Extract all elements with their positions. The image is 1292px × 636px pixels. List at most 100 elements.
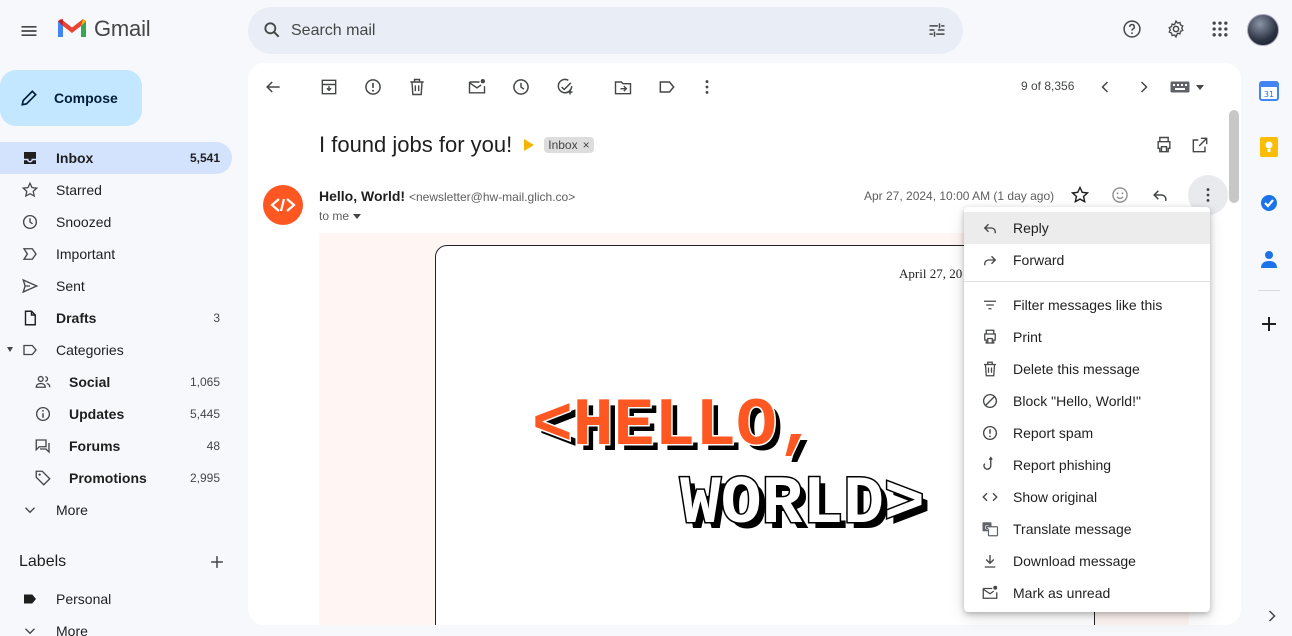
menu-item-delete[interactable]: Delete this message bbox=[964, 353, 1210, 385]
search-options-icon[interactable] bbox=[925, 18, 949, 42]
translate-icon: G bbox=[980, 519, 1000, 539]
search-input[interactable] bbox=[291, 19, 891, 43]
sender-avatar[interactable] bbox=[263, 185, 303, 225]
labels-heading: Labels bbox=[19, 553, 67, 570]
svg-text:G: G bbox=[985, 524, 990, 531]
more-vertical-icon[interactable] bbox=[695, 75, 719, 99]
importance-marker-icon[interactable] bbox=[524, 139, 535, 151]
menu-item-reply[interactable]: Reply bbox=[964, 212, 1210, 244]
menu-item-download[interactable]: Download message bbox=[964, 545, 1210, 577]
move-to-icon[interactable] bbox=[611, 75, 635, 99]
label-item-personal[interactable]: Personal bbox=[0, 583, 232, 615]
sidebar-item-sent[interactable]: Sent bbox=[0, 270, 232, 302]
side-panel-rail: 31 bbox=[1252, 78, 1286, 367]
menu-item-show-original[interactable]: Show original bbox=[964, 481, 1210, 513]
input-tools-keyboard-icon[interactable] bbox=[1170, 81, 1204, 93]
pagination-text: 9 of 8,356 bbox=[1021, 79, 1075, 93]
tag-icon bbox=[33, 468, 53, 488]
drafts-count: 3 bbox=[213, 311, 220, 325]
archive-icon[interactable] bbox=[317, 75, 341, 99]
search-icon[interactable] bbox=[260, 18, 284, 42]
calendar-icon[interactable]: 31 bbox=[1252, 78, 1286, 104]
label-item-more[interactable]: More bbox=[0, 615, 232, 636]
snooze-icon[interactable] bbox=[509, 75, 533, 99]
get-addons-plus-icon[interactable] bbox=[1252, 311, 1286, 337]
contacts-icon[interactable] bbox=[1252, 246, 1286, 272]
emoji-reaction-icon[interactable] bbox=[1108, 183, 1132, 207]
expand-side-panel-icon[interactable] bbox=[1260, 604, 1284, 628]
sidebar-item-snoozed[interactable]: Snoozed bbox=[0, 206, 232, 238]
sidebar-item-forums[interactable]: Forums 48 bbox=[0, 430, 232, 462]
help-icon[interactable] bbox=[1120, 17, 1144, 41]
sidebar-item-inbox[interactable]: Inbox 5,541 bbox=[0, 142, 232, 174]
report-spam-icon[interactable] bbox=[361, 75, 385, 99]
apps-grid-icon[interactable] bbox=[1208, 17, 1232, 41]
recipient-details[interactable]: to me bbox=[319, 209, 362, 223]
older-chevron-left-icon[interactable] bbox=[1093, 75, 1117, 99]
menu-item-print[interactable]: Print bbox=[964, 321, 1210, 353]
message-toolbar: 9 of 8,356 bbox=[248, 63, 1241, 111]
labels-list: Personal More bbox=[0, 583, 232, 636]
menu-item-forward[interactable]: Forward bbox=[964, 244, 1210, 276]
sidebar-item-promotions[interactable]: Promotions 2,995 bbox=[0, 462, 232, 494]
reply-icon bbox=[980, 218, 1000, 238]
chevron-down-icon bbox=[20, 500, 40, 520]
block-icon bbox=[980, 391, 1000, 411]
sidebar-item-categories[interactable]: Categories bbox=[0, 334, 232, 366]
mark-unread-icon[interactable] bbox=[465, 75, 489, 99]
sidebar-item-drafts[interactable]: Drafts 3 bbox=[0, 302, 232, 334]
people-icon bbox=[33, 372, 53, 392]
trash-icon bbox=[980, 359, 1000, 379]
sender-name[interactable]: Hello, World! bbox=[319, 188, 405, 204]
add-label-icon[interactable] bbox=[205, 550, 229, 574]
label-icon bbox=[20, 340, 40, 360]
email-subject: I found jobs for you! bbox=[319, 132, 513, 157]
menu-item-translate[interactable]: G Translate message bbox=[964, 513, 1210, 545]
delete-trash-icon[interactable] bbox=[405, 75, 429, 99]
sidebar-item-updates[interactable]: Updates 5,445 bbox=[0, 398, 232, 430]
compose-button[interactable]: Compose bbox=[0, 70, 142, 126]
search-bar[interactable] bbox=[248, 7, 963, 54]
add-to-tasks-icon[interactable] bbox=[553, 75, 577, 99]
download-icon bbox=[980, 551, 1000, 571]
main-menu-icon[interactable] bbox=[16, 18, 42, 44]
message-more-menu: Reply Forward Filter messages like this … bbox=[964, 207, 1210, 612]
menu-item-filter[interactable]: Filter messages like this bbox=[964, 289, 1210, 321]
pencil-icon bbox=[18, 87, 40, 109]
sidebar-item-social[interactable]: Social 1,065 bbox=[0, 366, 232, 398]
sidebar-item-starred[interactable]: Starred bbox=[0, 174, 232, 206]
social-count: 1,065 bbox=[189, 375, 220, 389]
more-vertical-icon bbox=[1196, 183, 1220, 207]
sidebar-item-important[interactable]: Important bbox=[0, 238, 232, 270]
tasks-icon[interactable] bbox=[1252, 190, 1286, 216]
caret-down-icon[interactable] bbox=[7, 347, 13, 352]
gmail-logo[interactable]: Gmail bbox=[56, 16, 151, 42]
labels-icon[interactable] bbox=[655, 75, 679, 99]
label-important-icon bbox=[20, 244, 40, 264]
print-all-icon[interactable] bbox=[1152, 133, 1176, 157]
settings-gear-icon[interactable] bbox=[1164, 17, 1188, 41]
chevron-down-icon bbox=[20, 621, 40, 636]
remove-label-button[interactable]: × bbox=[583, 138, 590, 152]
star-icon[interactable] bbox=[1068, 183, 1092, 207]
send-icon bbox=[20, 276, 40, 296]
hello-world-hero-image: <HELLO, <HELLO, WORLD> WORLD> bbox=[532, 387, 931, 537]
keep-icon[interactable] bbox=[1252, 134, 1286, 160]
menu-item-mark-unread[interactable]: Mark as unread bbox=[964, 577, 1210, 609]
inbox-count: 5,541 bbox=[189, 151, 220, 165]
sender-email: <newsletter@hw-mail.glich.co> bbox=[408, 190, 576, 204]
labels-section-header: Labels bbox=[19, 550, 229, 574]
reply-icon[interactable] bbox=[1148, 183, 1172, 207]
back-arrow-icon[interactable] bbox=[261, 75, 285, 99]
menu-item-report-phishing[interactable]: Report phishing bbox=[964, 449, 1210, 481]
forward-icon bbox=[980, 250, 1000, 270]
account-avatar[interactable] bbox=[1247, 14, 1279, 46]
open-new-window-icon[interactable] bbox=[1188, 133, 1212, 157]
promotions-count: 2,995 bbox=[189, 471, 220, 485]
message-scrollbar[interactable] bbox=[1229, 110, 1239, 203]
menu-item-block-sender[interactable]: Block "Hello, World!" bbox=[964, 385, 1210, 417]
hero-line-2: WORLD> bbox=[680, 466, 925, 536]
sidebar-item-more[interactable]: More bbox=[0, 494, 232, 526]
newer-chevron-right-icon[interactable] bbox=[1132, 75, 1156, 99]
menu-item-report-spam[interactable]: Report spam bbox=[964, 417, 1210, 449]
